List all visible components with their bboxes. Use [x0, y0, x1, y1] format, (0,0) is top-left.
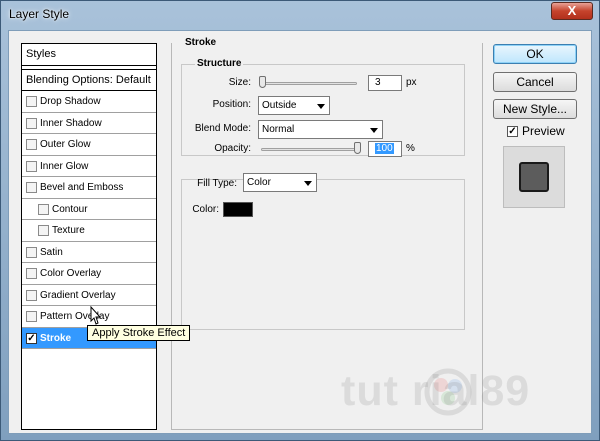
style-item-inner-shadow[interactable]: Inner Shadow	[22, 113, 156, 134]
style-checkbox[interactable]	[38, 203, 49, 215]
style-preview-thumbnail	[503, 146, 565, 208]
style-checkbox[interactable]	[26, 139, 37, 150]
opacity-input[interactable]: 100	[368, 141, 402, 157]
style-item-inner-glow[interactable]: Inner Glow	[22, 156, 156, 177]
style-item-drop-shadow[interactable]: Drop Shadow	[22, 91, 156, 113]
style-item-outer-glow[interactable]: Outer Glow	[22, 134, 156, 156]
style-checkbox[interactable]	[26, 311, 37, 322]
style-item-label: Satin	[40, 246, 63, 258]
structure-section-title: Structure	[195, 58, 244, 69]
size-unit: px	[406, 77, 417, 88]
style-item-label: Gradient Overlay	[40, 289, 116, 301]
position-label: Position:	[212, 99, 251, 110]
style-checkbox[interactable]	[38, 225, 49, 236]
new-style-button[interactable]: New Style...	[493, 99, 577, 119]
watermark-text: tut rial89	[341, 367, 531, 415]
style-item-label: Inner Glow	[40, 160, 89, 172]
opacity-slider-track[interactable]	[261, 148, 357, 151]
color-label: Color:	[192, 204, 219, 215]
style-checkbox[interactable]	[26, 268, 37, 279]
style-checkbox[interactable]	[26, 246, 37, 258]
style-checkbox[interactable]	[26, 289, 37, 301]
cancel-button[interactable]: Cancel	[493, 72, 577, 92]
tooltip: Apply Stroke Effect	[87, 325, 191, 341]
position-select-value: Outside	[262, 100, 297, 111]
opacity-label: Opacity:	[214, 143, 251, 154]
styles-list: Styles Blending Options: Default Drop Sh…	[21, 43, 157, 430]
chevron-down-icon	[370, 128, 378, 133]
style-item-label: Color Overlay	[40, 268, 102, 279]
blend-mode-select-value: Normal	[262, 124, 295, 135]
opacity-slider-thumb[interactable]	[354, 142, 361, 154]
close-button[interactable]: X	[551, 2, 593, 20]
blend-mode-select[interactable]: Normal	[258, 120, 383, 139]
style-item-gradient-overlay[interactable]: Gradient Overlay	[22, 285, 156, 306]
blending-options-item[interactable]: Blending Options: Default	[22, 69, 156, 91]
preview-swatch	[519, 162, 549, 192]
title-bar[interactable]: Layer Style X	[1, 1, 599, 29]
dialog-client-area: Styles Blending Options: Default Drop Sh…	[8, 30, 592, 434]
opacity-input-value: 100	[375, 143, 394, 154]
style-checkbox[interactable]	[26, 182, 37, 193]
style-item-label: Stroke	[40, 332, 72, 344]
style-item-label: Contour	[52, 203, 88, 215]
style-item-bevel-and-emboss[interactable]: Bevel and Emboss	[22, 177, 156, 199]
size-slider-track[interactable]	[261, 82, 357, 85]
style-item-label: Texture	[52, 225, 85, 236]
preview-checkbox[interactable]: ✓	[507, 126, 518, 137]
style-item-satin[interactable]: Satin	[22, 242, 156, 263]
styles-header[interactable]: Styles	[22, 44, 156, 66]
style-checkbox[interactable]: ✓	[26, 332, 37, 344]
stroke-color-swatch[interactable]	[223, 202, 253, 217]
window-title: Layer Style	[9, 7, 70, 21]
chevron-down-icon	[304, 181, 312, 186]
stroke-section-title: Stroke	[183, 37, 219, 48]
ok-button[interactable]: OK	[493, 44, 577, 64]
size-label: Size:	[228, 77, 251, 88]
size-slider-thumb[interactable]	[258, 76, 266, 88]
style-checkbox[interactable]	[26, 96, 37, 107]
style-item-contour[interactable]: Contour	[22, 199, 156, 220]
style-item-label: Outer Glow	[40, 139, 91, 150]
position-select[interactable]: Outside	[258, 96, 330, 115]
style-item-texture[interactable]: Texture	[22, 220, 156, 242]
chevron-down-icon	[317, 104, 325, 109]
fill-type-label: Fill Type:	[197, 178, 237, 189]
size-input[interactable]: 3	[368, 75, 402, 91]
style-item-color-overlay[interactable]: Color Overlay	[22, 263, 156, 285]
style-item-label: Drop Shadow	[40, 96, 101, 107]
style-item-label: Bevel and Emboss	[40, 182, 124, 193]
layer-style-window: Layer Style X Styles Blending Options: D…	[0, 0, 600, 441]
opacity-unit: %	[406, 143, 415, 154]
fill-type-select[interactable]: Color	[243, 173, 317, 192]
fill-type-select-value: Color	[247, 177, 271, 188]
blend-mode-label: Blend Mode:	[194, 123, 251, 134]
style-item-label: Inner Shadow	[40, 117, 102, 129]
style-checkbox[interactable]	[26, 160, 37, 172]
preview-label[interactable]: Preview	[522, 124, 565, 138]
style-checkbox[interactable]	[26, 117, 37, 129]
